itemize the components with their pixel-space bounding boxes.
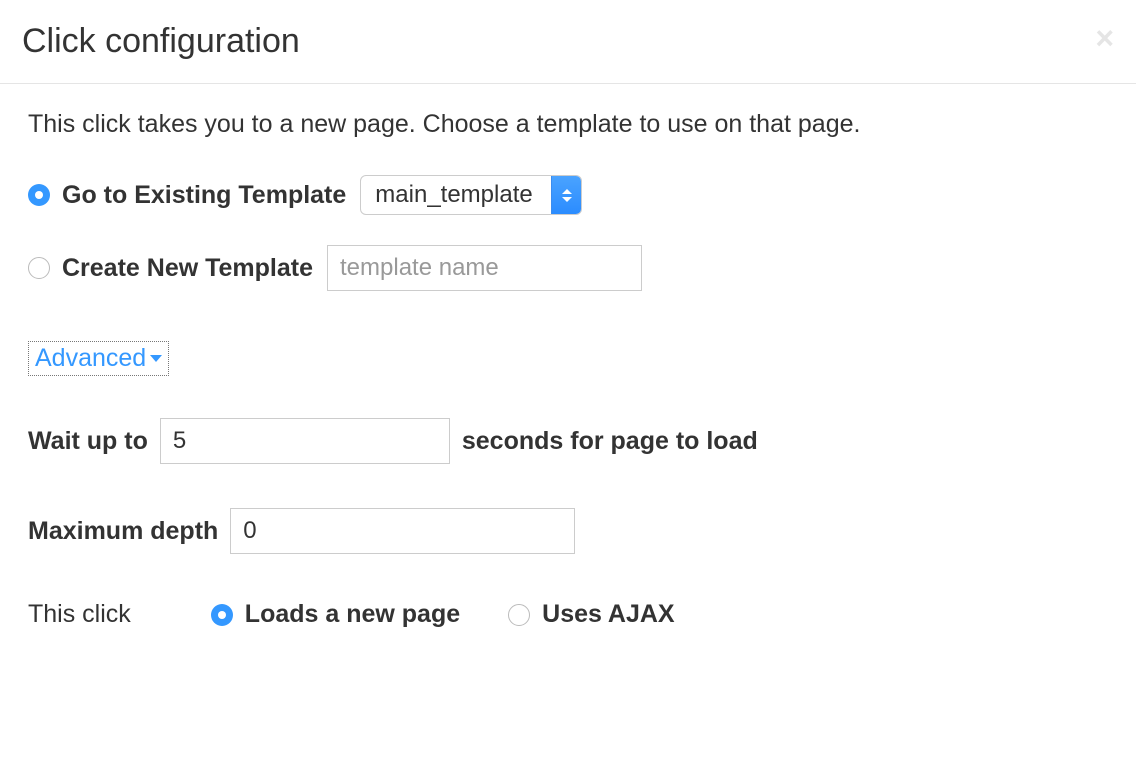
create-template-radio[interactable] [28, 257, 50, 279]
create-template-radio-group[interactable]: Create New Template [28, 254, 313, 283]
template-select[interactable]: main_template [360, 175, 582, 215]
chevron-updown-icon [551, 176, 581, 214]
advanced-label: Advanced [35, 344, 146, 373]
modal-title: Click configuration [22, 22, 300, 61]
uses-ajax-option[interactable]: Uses AJAX [508, 600, 674, 629]
existing-template-label: Go to Existing Template [62, 181, 346, 210]
create-template-label: Create New Template [62, 254, 313, 283]
click-type-label: This click [28, 600, 131, 629]
template-select-value: main_template [361, 176, 551, 214]
depth-row: Maximum depth [28, 508, 1108, 554]
uses-ajax-label: Uses AJAX [542, 600, 674, 629]
modal-body: This click takes you to a new page. Choo… [0, 84, 1136, 655]
click-type-row: This click Loads a new page Uses AJAX [28, 600, 1108, 629]
loads-new-page-option[interactable]: Loads a new page [211, 600, 460, 629]
depth-label: Maximum depth [28, 517, 218, 546]
create-template-row: Create New Template [28, 245, 1108, 291]
existing-template-row: Go to Existing Template main_template [28, 175, 1108, 215]
loads-new-page-radio[interactable] [211, 604, 233, 626]
loads-new-page-label: Loads a new page [245, 600, 460, 629]
wait-seconds-input[interactable] [160, 418, 450, 464]
existing-template-radio[interactable] [28, 184, 50, 206]
uses-ajax-radio[interactable] [508, 604, 530, 626]
modal-header: Click configuration × [0, 0, 1136, 84]
max-depth-input[interactable] [230, 508, 575, 554]
wait-label-after: seconds for page to load [462, 427, 758, 456]
advanced-toggle[interactable]: Advanced [28, 341, 169, 376]
dialog-description: This click takes you to a new page. Choo… [28, 110, 1108, 139]
wait-label-before: Wait up to [28, 427, 148, 456]
click-type-radio-group: Loads a new page Uses AJAX [211, 600, 675, 629]
existing-template-radio-group[interactable]: Go to Existing Template [28, 181, 346, 210]
wait-row: Wait up to seconds for page to load [28, 418, 1108, 464]
click-configuration-modal: Click configuration × This click takes y… [0, 0, 1136, 655]
chevron-down-icon [150, 355, 162, 362]
close-icon[interactable]: × [1095, 22, 1114, 54]
template-name-input[interactable] [327, 245, 642, 291]
